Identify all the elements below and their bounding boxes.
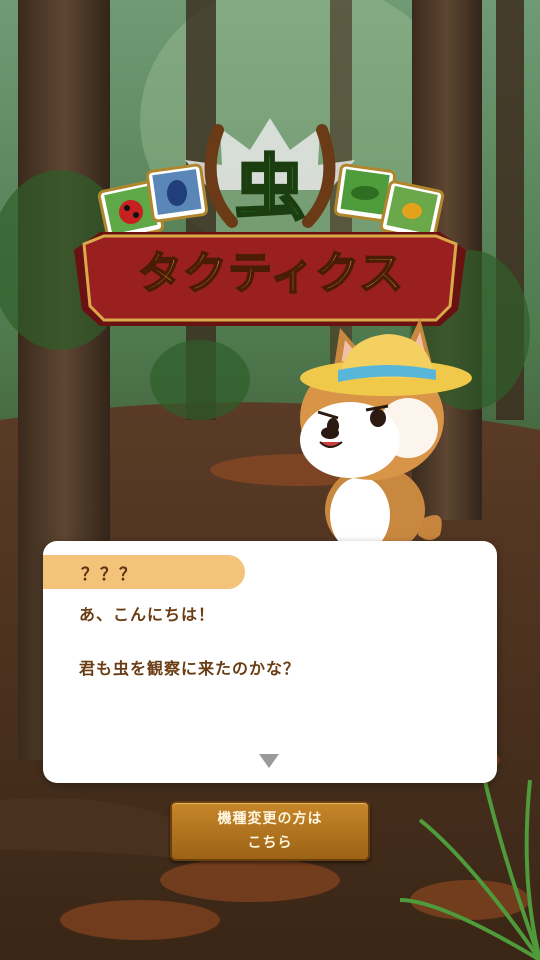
speaker-name: ？？？ <box>81 564 138 585</box>
dialog-box[interactable]: ？？？ あ、こんにちは！ 君も虫を観察に来たのかな？ <box>43 541 497 783</box>
next-triangle-icon[interactable] <box>259 754 279 768</box>
device-change-label-line2: こちら <box>247 835 293 851</box>
device-change-button[interactable]: 機種変更の方は こちら <box>170 801 370 861</box>
dialog-line-2: 君も虫を観察に来たのかな？ <box>79 659 301 678</box>
speaker-name-tab: ？？？ <box>43 555 245 589</box>
device-change-label-line1: 機種変更の方は <box>217 811 323 827</box>
dialog-line-1: あ、こんにちは！ <box>79 605 216 624</box>
